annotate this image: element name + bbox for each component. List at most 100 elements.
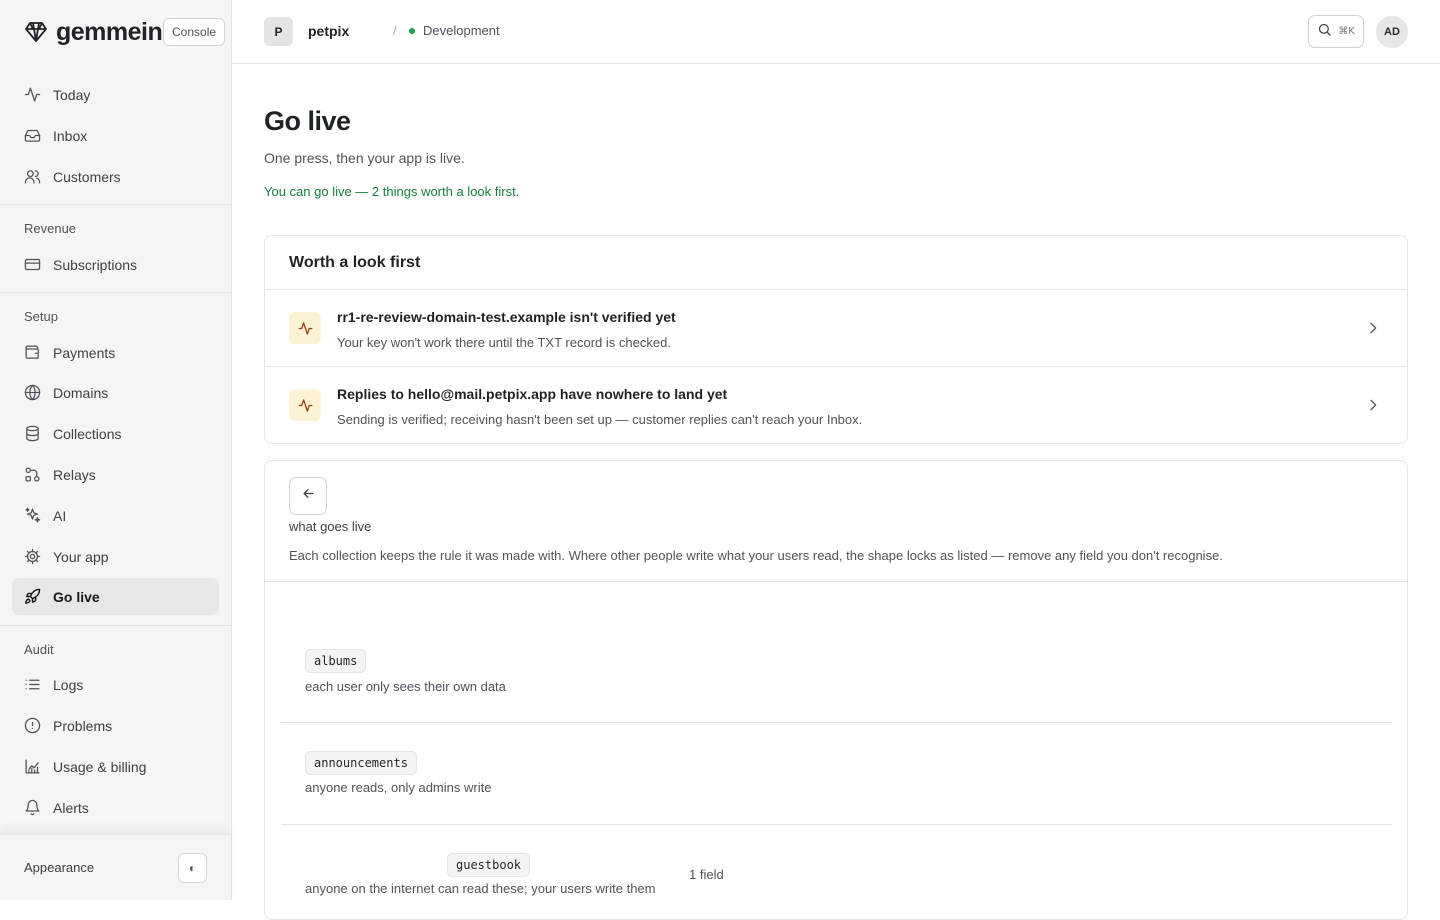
nav-item-ai[interactable]: AI <box>12 497 219 534</box>
section-description: Each collection keeps the rule it was ma… <box>289 548 1223 563</box>
back-button[interactable] <box>289 477 327 515</box>
collection-name-chip: announcements <box>305 751 417 775</box>
theme-toggle-button[interactable]: ◐ <box>178 853 207 883</box>
nav-item-alerts[interactable]: Alerts <box>12 789 219 826</box>
nav-item-domains[interactable]: Domains <box>12 374 219 411</box>
collection-name-chip: guestbook <box>447 853 531 877</box>
project-avatar[interactable]: P <box>264 17 293 46</box>
globe-icon <box>24 384 41 401</box>
warnings-card: Worth a look first rr1-re-review-domain-… <box>264 235 1408 444</box>
arrow-left-icon <box>301 486 316 506</box>
brand-logo[interactable]: gemmein <box>24 17 163 46</box>
warning-row[interactable]: Replies to hello@mail.petpix.app have no… <box>265 367 1407 443</box>
gem-icon <box>24 20 48 44</box>
nav-label: Alerts <box>53 799 89 816</box>
divider <box>281 824 1392 825</box>
nav-label: Inbox <box>53 127 88 144</box>
nav-label: Collections <box>53 425 122 442</box>
nav-item-payments[interactable]: Payments <box>12 334 219 371</box>
nav-item-relays[interactable]: Relays <box>12 456 219 493</box>
status-dot-icon <box>409 27 415 34</box>
nav-label: Customers <box>53 168 121 185</box>
nav-label: Go live <box>53 588 100 605</box>
activity-icon <box>289 312 321 344</box>
list-icon <box>24 676 41 693</box>
warning-description: Your key won't work there until the TXT … <box>337 335 671 350</box>
nav-item-problems[interactable]: Problems <box>12 707 219 744</box>
environment-selector[interactable]: Development <box>409 23 500 38</box>
nav-label: Your app <box>53 548 109 565</box>
sidebar-divider <box>0 204 231 205</box>
chart-icon <box>24 758 41 775</box>
relay-icon <box>24 466 41 483</box>
warning-title: Replies to hello@mail.petpix.app have no… <box>337 386 728 402</box>
nav-item-collections[interactable]: Collections <box>12 415 219 452</box>
nav-label: Domains <box>53 384 109 401</box>
user-avatar[interactable]: AD <box>1376 16 1408 48</box>
nav-section-revenue: Revenue <box>24 221 77 236</box>
nav-label: Payments <box>53 344 116 361</box>
search-icon <box>1317 22 1332 42</box>
divider <box>281 722 1392 723</box>
bell-icon <box>24 799 41 816</box>
sidebar-divider <box>0 625 231 626</box>
nav-item-subscriptions[interactable]: Subscriptions <box>12 246 219 283</box>
brand-name: gemmein <box>56 17 163 46</box>
collection-rule: anyone reads, only admins write <box>305 780 492 795</box>
collection-rule: anyone on the internet can read these; y… <box>305 881 656 896</box>
collection-row[interactable]: guestbook anyone on the internet can rea… <box>281 853 1392 909</box>
nav-label: Subscriptions <box>53 256 138 273</box>
console-badge: Console <box>163 18 226 46</box>
nav-label: Relays <box>53 466 96 483</box>
go-live-status: You can go live — 2 things worth a look … <box>264 184 520 199</box>
database-icon <box>24 425 41 442</box>
page-subtitle: One press, then your app is live. <box>264 150 465 166</box>
nav-label: Problems <box>53 717 113 734</box>
nav-item-customers[interactable]: Customers <box>12 158 219 195</box>
users-icon <box>24 168 41 185</box>
rocket-icon <box>24 588 41 605</box>
nav-label: Today <box>53 86 91 103</box>
gear-icon <box>24 548 41 565</box>
what-goes-live-card: what goes live Each collection keeps the… <box>264 460 1408 920</box>
warnings-heading: Worth a look first <box>265 236 1407 290</box>
sidebar-divider <box>0 292 231 293</box>
appearance-panel: Appearance ◐ <box>0 834 231 900</box>
warning-title: rr1-re-review-domain-test.example isn't … <box>337 309 676 325</box>
nav-section-audit: Audit <box>24 642 54 657</box>
collection-name-chip: albums <box>305 649 367 673</box>
breadcrumb-separator: / <box>393 23 397 38</box>
collection-rule: each user only sees their own data <box>305 679 506 694</box>
chevron-right-icon <box>1365 397 1381 418</box>
nav-item-your-app[interactable]: Your app <box>12 538 219 575</box>
collection-row[interactable]: albums each user only sees their own dat… <box>281 649 1392 705</box>
nav-section-setup: Setup <box>24 309 58 324</box>
wallet-icon <box>24 344 41 361</box>
environment-label: Development <box>423 23 500 38</box>
page-title: Go live <box>264 106 351 136</box>
field-count: 1 field <box>689 867 724 882</box>
sidebar: gemmein Console Today Inbox Customers Re… <box>0 0 232 900</box>
search-button[interactable]: ⌘K <box>1308 15 1364 48</box>
nav-item-today[interactable]: Today <box>12 76 219 113</box>
topbar: P petpix / Development ⌘K AD <box>232 0 1440 64</box>
nav-item-inbox[interactable]: Inbox <box>12 117 219 154</box>
search-shortcut: ⌘K <box>1338 26 1355 37</box>
section-heading: what goes live <box>289 519 372 534</box>
warning-row[interactable]: rr1-re-review-domain-test.example isn't … <box>265 290 1407 367</box>
divider <box>265 581 1407 582</box>
appearance-label: Appearance <box>24 860 95 875</box>
nav-item-usage-billing[interactable]: Usage & billing <box>12 748 219 785</box>
alert-circle-icon <box>24 717 41 734</box>
nav-label: AI <box>53 507 67 524</box>
credit-card-icon <box>24 256 41 273</box>
inbox-icon <box>24 127 41 144</box>
nav-item-go-live[interactable]: Go live <box>12 578 219 615</box>
nav-item-logs[interactable]: Logs <box>12 666 219 703</box>
collection-row[interactable]: announcements anyone reads, only admins … <box>281 751 1392 807</box>
project-switcher[interactable]: petpix <box>308 23 349 39</box>
sparkles-icon <box>24 507 41 524</box>
chevron-right-icon <box>1365 320 1381 341</box>
warning-description: Sending is verified; receiving hasn't be… <box>337 412 863 427</box>
nav-label: Usage & billing <box>53 758 147 775</box>
